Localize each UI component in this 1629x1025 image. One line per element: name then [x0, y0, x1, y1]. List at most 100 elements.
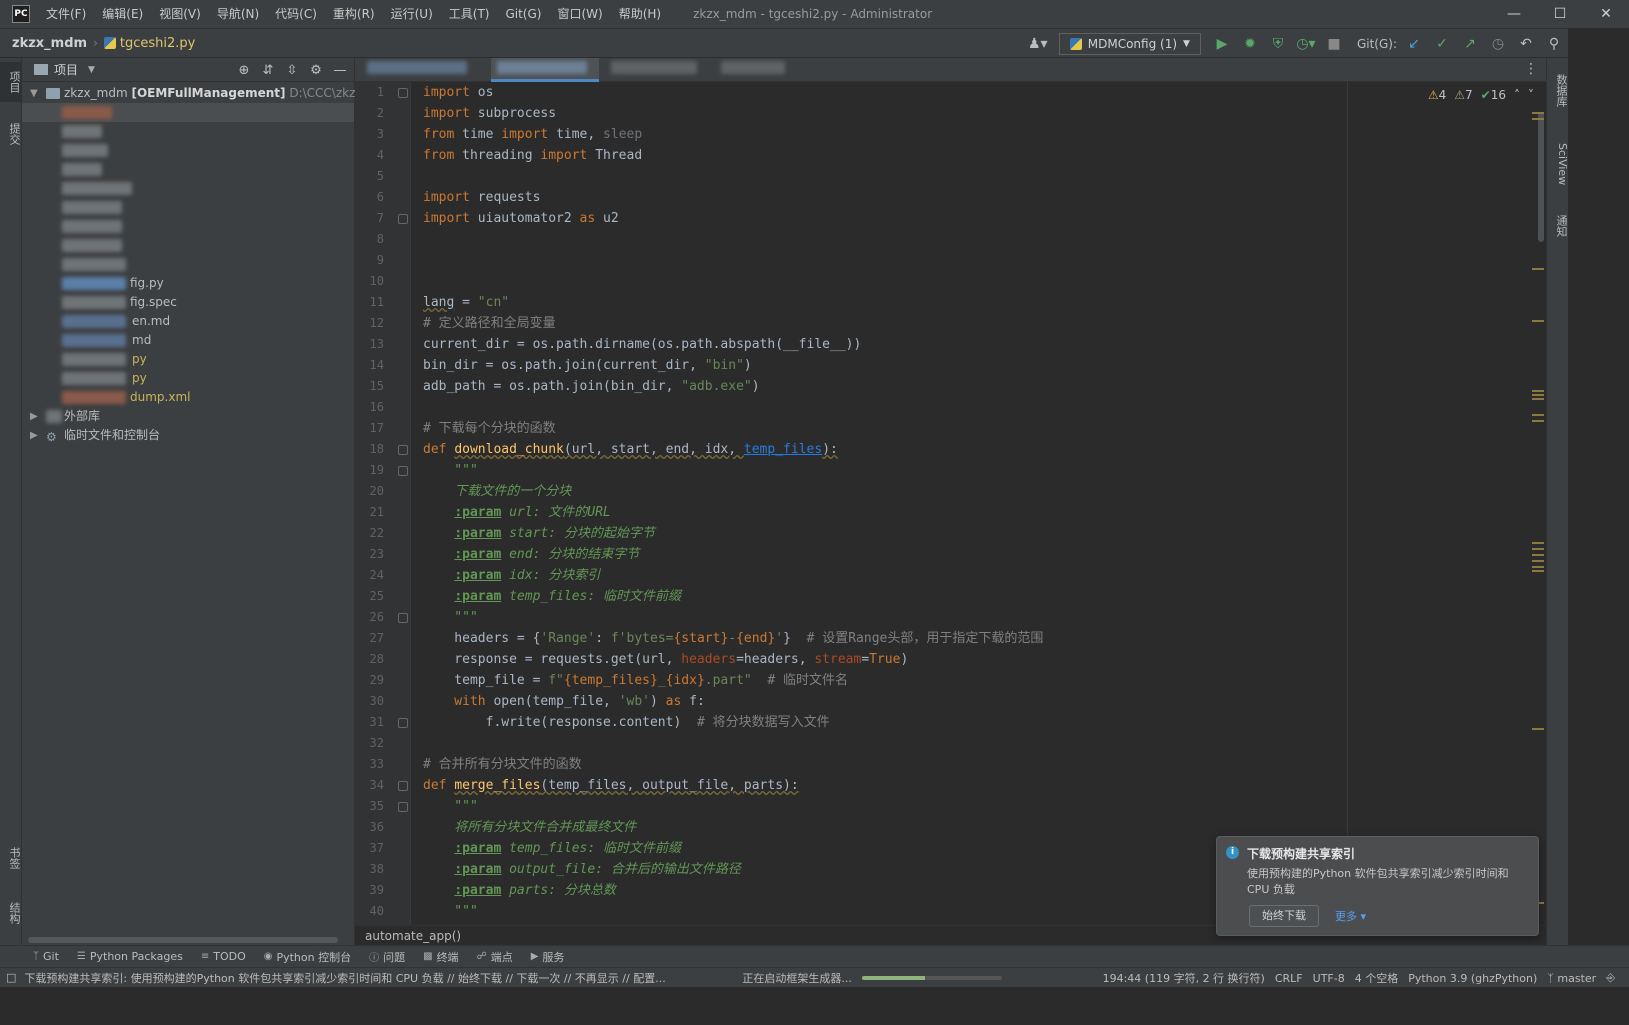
menu-code[interactable]: 代码(C) [267, 0, 325, 28]
stripe-mark[interactable] [1532, 320, 1544, 322]
stripe-mark[interactable] [1532, 398, 1544, 400]
debug-icon[interactable]: ✹ [1239, 33, 1261, 55]
tool-window-python-console[interactable]: ◉ Python 控制台 [257, 949, 358, 965]
menu-edit[interactable]: 编辑(E) [94, 0, 151, 28]
stripe-mark[interactable] [1532, 542, 1544, 544]
search-icon[interactable]: ⚲ [1543, 33, 1565, 55]
tree-row[interactable]: en.md [22, 312, 354, 331]
fold-icon[interactable] [398, 613, 408, 623]
close-icon[interactable]: ✕ [1583, 0, 1629, 28]
stripe-mark[interactable] [1532, 554, 1544, 556]
chevron-down-icon[interactable]: ▼ [30, 84, 38, 103]
lock-icon[interactable]: ⎆ [1606, 971, 1615, 985]
stop-icon[interactable]: ■ [1323, 33, 1345, 55]
fold-icon[interactable] [398, 466, 408, 476]
hide-icon[interactable]: — [332, 63, 348, 78]
more-link[interactable]: 更多 ▾ [1335, 908, 1366, 924]
tree-row[interactable]: fig.spec [22, 293, 354, 312]
menu-run[interactable]: 运行(U) [383, 0, 441, 28]
menu-refactor[interactable]: 重构(R) [325, 0, 383, 28]
profile-icon[interactable]: ◷▾ [1295, 33, 1317, 55]
tool-window-terminal[interactable]: ▩ 终端 [416, 949, 465, 965]
tool-window-python-packages[interactable]: ☰ Python Packages [70, 950, 190, 963]
line-separator[interactable]: CRLF [1275, 972, 1303, 985]
tool-tab-commit[interactable]: 提交 [0, 114, 22, 154]
caret-position[interactable]: 194:44 (119 字符, 2 行 换行符) [1103, 970, 1265, 986]
status-message[interactable]: 下载预构建共享索引: 使用预构建的Python 软件包共享索引减少索引时间和 C… [24, 970, 724, 986]
user-icon[interactable]: ♟▾ [1027, 33, 1049, 55]
file-encoding[interactable]: UTF-8 [1313, 972, 1345, 985]
vertical-scrollbar[interactable] [1538, 112, 1544, 242]
tree-row[interactable] [22, 198, 354, 217]
stripe-mark[interactable] [1532, 394, 1544, 396]
stripe-mark[interactable] [1532, 420, 1544, 422]
tree-row[interactable]: fig.py [22, 274, 354, 293]
tree-scratches[interactable]: ▶ ⚙ 临时文件和控制台 [22, 426, 354, 445]
fold-icon[interactable] [398, 445, 408, 455]
tool-tab-database[interactable]: 数据库 [1547, 64, 1569, 116]
progress-bar[interactable] [861, 975, 1002, 980]
editor-tab[interactable] [363, 58, 475, 82]
stripe-mark[interactable] [1532, 268, 1544, 270]
expand-all-icon[interactable]: ⇵ [260, 63, 276, 78]
tool-window-todo[interactable]: ≡ TODO [194, 950, 253, 963]
stripe-mark[interactable] [1532, 570, 1544, 572]
git-rollback-icon[interactable]: ↶ [1515, 33, 1537, 55]
fold-icon[interactable] [398, 802, 408, 812]
tree-row[interactable]: dump.xml [22, 388, 354, 407]
stripe-mark[interactable] [1532, 112, 1544, 114]
menu-tools[interactable]: 工具(T) [441, 0, 498, 28]
tool-tab-project[interactable]: 项目 [0, 62, 22, 102]
fold-icon[interactable] [398, 214, 408, 224]
gear-icon[interactable]: ⚙ [308, 63, 324, 78]
menu-view[interactable]: 视图(V) [151, 0, 209, 28]
python-interpreter[interactable]: Python 3.9 (ghzPython) [1408, 972, 1537, 985]
menu-git[interactable]: Git(G) [497, 0, 549, 28]
tool-window-problems[interactable]: ⓘ 问题 [362, 949, 412, 965]
fold-icon[interactable] [398, 718, 408, 728]
tree-row[interactable] [22, 141, 354, 160]
stripe-mark[interactable] [1532, 390, 1544, 392]
tree-row[interactable] [22, 122, 354, 141]
tree-external-libs[interactable]: ▶ 外部库 [22, 407, 354, 426]
git-history-icon[interactable]: ◷ [1487, 33, 1509, 55]
tree-row[interactable]: py [22, 369, 354, 388]
chevron-up-icon[interactable]: ˄ [1514, 88, 1520, 102]
editor-tab-active[interactable] [491, 58, 599, 82]
stripe-mark[interactable] [1532, 728, 1544, 730]
stripe-mark[interactable] [1532, 566, 1544, 568]
minimize-icon[interactable]: — [1491, 0, 1537, 28]
stripe-mark[interactable] [1532, 548, 1544, 550]
tree-row[interactable] [22, 103, 354, 122]
tree-row[interactable] [22, 236, 354, 255]
more-vertical-icon[interactable]: ⋮ [1524, 61, 1538, 77]
stripe-mark[interactable] [1532, 560, 1544, 562]
stripe-mark[interactable] [1532, 118, 1544, 120]
breadcrumb-project[interactable]: zkzx_mdm [12, 36, 87, 51]
run-config-select[interactable]: MDMConfig (1) ▼ [1058, 33, 1201, 55]
git-commit-icon[interactable]: ✓ [1431, 33, 1453, 55]
tree-row[interactable] [22, 160, 354, 179]
run-icon[interactable]: ▶ [1211, 33, 1233, 55]
menu-help[interactable]: 帮助(H) [611, 0, 669, 28]
tool-tab-sciview[interactable]: SciView [1547, 134, 1569, 194]
tree-root[interactable]: ▼ zkzx_mdm [OEMFullManagement] D:\CCC\zk… [22, 84, 380, 103]
tree-row[interactable]: py [22, 350, 354, 369]
breadcrumb-file[interactable]: tgceshi2.py [103, 36, 195, 51]
inspection-widget[interactable]: ⚠4 ⚠7 ✔16 ˄ ˅ [1428, 88, 1534, 102]
git-branch[interactable]: ᛉ master [1547, 972, 1596, 985]
git-update-icon[interactable]: ↙ [1403, 33, 1425, 55]
fold-icon[interactable] [398, 781, 408, 791]
chevron-down-icon[interactable]: ▼ [88, 65, 95, 75]
menu-file[interactable]: 文件(F) [38, 0, 94, 28]
editor-tab[interactable] [607, 58, 707, 82]
tool-tab-notifications[interactable]: 通知 [1547, 206, 1569, 246]
tool-tab-bookmarks[interactable]: 书签 [0, 838, 22, 878]
collapse-all-icon[interactable]: ⇳ [284, 63, 300, 78]
indent-setting[interactable]: 4 个空格 [1355, 970, 1399, 986]
menu-window[interactable]: 窗口(W) [549, 0, 610, 28]
coverage-icon[interactable]: ⛨ [1267, 33, 1289, 55]
editor-tab[interactable] [721, 58, 791, 82]
chevron-right-icon[interactable]: ▶ [30, 426, 38, 445]
toggle-tool-windows-icon[interactable]: □ [6, 971, 16, 984]
